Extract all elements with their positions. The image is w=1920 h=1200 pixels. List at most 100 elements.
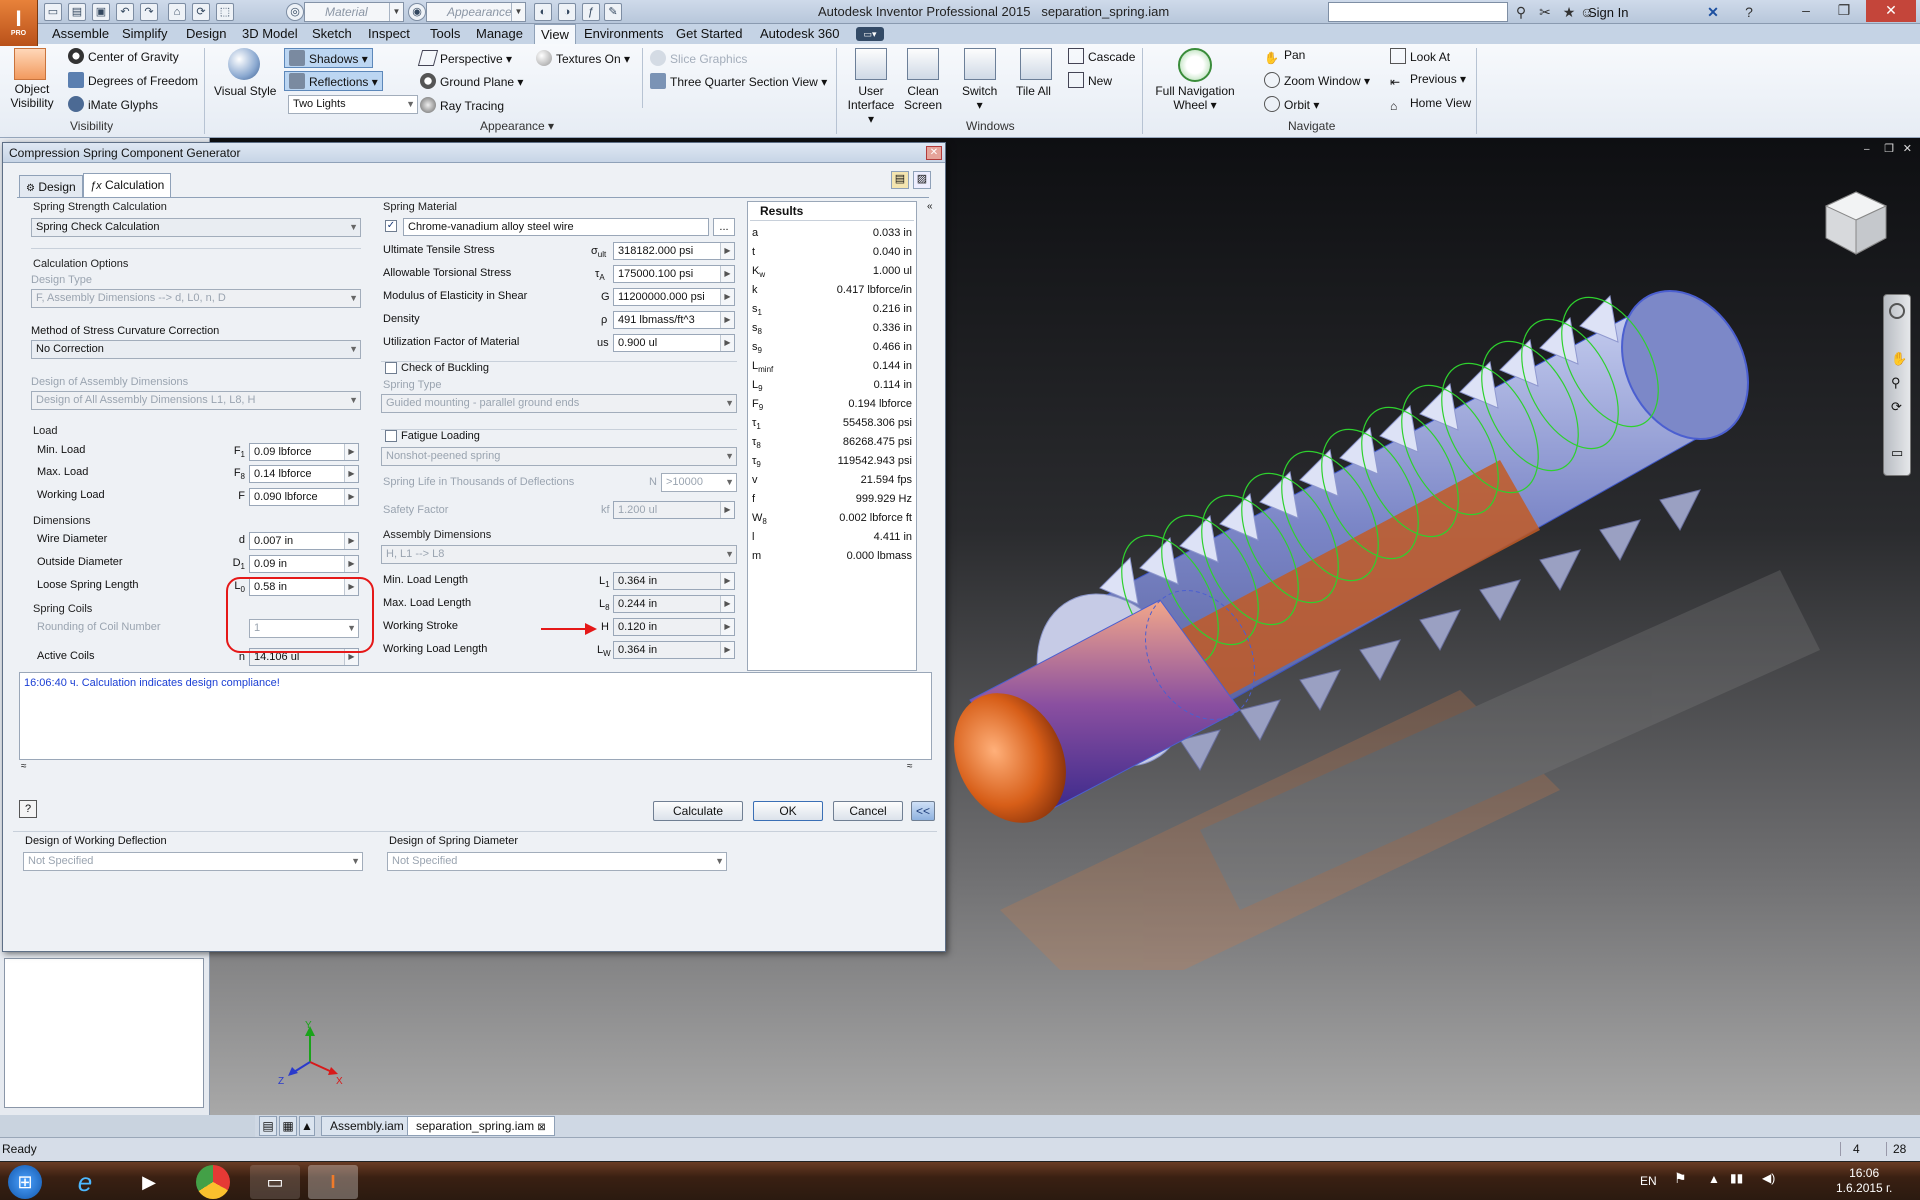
tab-inspect[interactable]: Inspect [362,24,416,44]
zoom-icon[interactable]: ⚲ [1891,375,1901,391]
arrow-right-icon[interactable]: ▶ [720,573,734,589]
close-button[interactable]: ✕ [1866,0,1916,22]
pan-button[interactable]: ✋ Pan [1264,48,1305,67]
material-checkbox[interactable]: ✓ [385,220,397,232]
previous-view-button[interactable]: ⇤ Previous ▾ [1390,72,1466,91]
network-icon[interactable]: ▮▮ [1730,1171,1743,1185]
viewport-restore-icon[interactable]: ❐ [1884,142,1894,155]
system-clock[interactable]: 16:06 1.6.2015 г. [1836,1166,1892,1196]
close-tab-icon[interactable]: ⊠ [537,1122,545,1133]
slice-graphics-button[interactable]: Slice Graphics [650,50,747,66]
lighting-style-select[interactable]: Two Lights ▼ [288,95,418,114]
collapse-up-icon[interactable]: ≈ [907,761,913,772]
undo-icon[interactable]: ↶ [116,3,134,21]
tile-all-button[interactable]: Tile All [1016,84,1051,98]
doc-list-icon[interactable]: ▲ [299,1116,315,1136]
tools-icon[interactable]: ✂ [1536,3,1554,21]
dialog-close-button[interactable]: ✕ [926,146,942,160]
three-quarter-section-button[interactable]: Three Quarter Section View ▾ [650,73,827,89]
open-file-icon[interactable]: ▤ [68,3,86,21]
start-button[interactable]: ⊞ [8,1165,42,1199]
save-template-icon[interactable]: ▤ [891,171,909,189]
material-name-field[interactable]: Chrome-vanadium alloy steel wire [403,218,709,236]
spring-life-select[interactable]: >10000 ▼ [661,473,737,492]
tab-simplify[interactable]: Simplify [116,24,174,44]
look-at-icon[interactable]: ▭ [1891,445,1903,461]
application-menu-button[interactable]: I PRO [0,0,38,46]
working-load-length-input[interactable]: 0.364 in ▶ [613,641,735,659]
doctab-separation-spring[interactable]: separation_spring.iam ⊠ [407,1116,555,1136]
outside-diameter-input[interactable]: 0.09 in ▶ [249,555,359,573]
spring-type-select[interactable]: Guided mounting - parallel ground ends ▼ [381,394,737,413]
design-type-select[interactable]: F, Assembly Dimensions --> d, L0, n, D ▼ [31,289,361,308]
degrees-of-freedom-button[interactable]: Degrees of Freedom [68,72,198,88]
ok-button[interactable]: OK [753,801,823,821]
material-browse-button[interactable]: ... [713,218,735,236]
safety-factor-input[interactable]: 1.200 ul ▶ [613,501,735,519]
spring-assembly-model[interactable] [940,270,1870,970]
sign-in-link[interactable]: Sign In [1588,5,1628,20]
peening-select[interactable]: Nonshot-peened spring ▼ [381,447,737,466]
textures-on-button[interactable]: Textures On ▾ [536,50,630,66]
file-explorer-icon[interactable]: ▭ [250,1165,300,1199]
tab-3d-model[interactable]: 3D Model [236,24,304,44]
arrow-right-icon[interactable]: ▶ [720,642,734,658]
language-indicator[interactable]: EN [1640,1174,1657,1188]
model-browser-tree[interactable] [4,958,204,1108]
viewport-close-icon[interactable]: ✕ [1903,142,1912,155]
center-of-gravity-button[interactable]: Center of Gravity [68,48,179,64]
zoom-window-button[interactable]: Zoom Window ▾ [1264,72,1370,88]
steering-wheel-icon[interactable] [1889,303,1905,319]
navigation-bar[interactable]: ✋ ⚲ ⟳ ▭ [1883,294,1911,476]
calculate-button[interactable]: Calculate [653,801,743,821]
ray-tracing-button[interactable]: Ray Tracing [420,97,504,113]
assembly-mode-select[interactable]: H, L1 --> L8 ▼ [381,545,737,564]
select-icon[interactable]: ⬚ [216,3,234,21]
pan-icon[interactable]: ✋ [1891,351,1907,367]
home-view-button[interactable]: ⌂ Home View [1390,96,1471,115]
reflections-button[interactable]: Reflections ▾ [284,71,383,91]
min-load-length-input[interactable]: 0.364 in ▶ [613,572,735,590]
update-icon[interactable]: ⟳ [192,3,210,21]
imate-glyphs-button[interactable]: iMate Glyphs [68,96,158,112]
min-load-input[interactable]: 0.09 lbforce ▶ [249,443,359,461]
uts-input[interactable]: 318182.000 psi ▶ [613,242,735,260]
arrow-right-icon[interactable]: ▶ [344,556,358,572]
perspective-button[interactable]: Perspective ▾ [417,50,512,66]
user-interface-button[interactable]: User Interface ▾ [846,84,896,126]
media-player-icon[interactable]: ▶ [124,1165,174,1199]
exchange-icon[interactable]: ✕ [1704,3,1722,21]
adjust-appearance-icon[interactable]: ◑ [558,3,576,21]
buckling-checkbox[interactable] [385,362,397,374]
star-icon[interactable]: ★ [1560,3,1578,21]
ribbon-toggle-icon[interactable]: ▭▾ [856,27,884,41]
tab-design[interactable]: Design [180,24,232,44]
material-combo[interactable]: Material ▼ [304,2,404,22]
tab-autodesk-360[interactable]: Autodesk 360 [754,24,846,44]
modulus-input[interactable]: 11200000.000 psi ▶ [613,288,735,306]
collapse-results-icon[interactable]: « [927,201,939,215]
internet-explorer-icon[interactable]: e [60,1165,110,1199]
strength-calculation-select[interactable]: Spring Check Calculation ▼ [31,218,361,237]
tab-get-started[interactable]: Get Started [670,24,748,44]
redo-icon[interactable]: ↷ [140,3,158,21]
arrow-right-icon[interactable]: ▶ [344,533,358,549]
help-icon[interactable]: ? [1740,3,1758,21]
tab-assemble[interactable]: Assemble [46,24,115,44]
working-stroke-input[interactable]: 0.120 in ▶ [613,618,735,636]
help-search-input[interactable] [1328,2,1508,22]
allowable-stress-input[interactable]: 175000.100 psi ▶ [613,265,735,283]
new-file-icon[interactable]: ▭ [44,3,62,21]
arrow-right-icon[interactable]: ▶ [720,619,734,635]
arrow-right-icon[interactable]: ▶ [720,289,734,305]
look-at-button[interactable]: Look At [1390,48,1450,64]
arrow-right-icon[interactable]: ▶ [720,312,734,328]
orbit-button[interactable]: Orbit ▾ [1264,96,1319,112]
viewcube[interactable] [1820,188,1892,260]
fx-parameters-icon[interactable]: ƒ [582,3,600,21]
clean-screen-button[interactable]: Clean Screen [902,84,944,112]
visual-style-button[interactable]: Visual Style [214,84,276,98]
arrow-right-icon[interactable]: ▶ [344,489,358,505]
save-icon[interactable]: ▣ [92,3,110,21]
object-visibility-button[interactable]: Object Visibility [10,82,54,110]
